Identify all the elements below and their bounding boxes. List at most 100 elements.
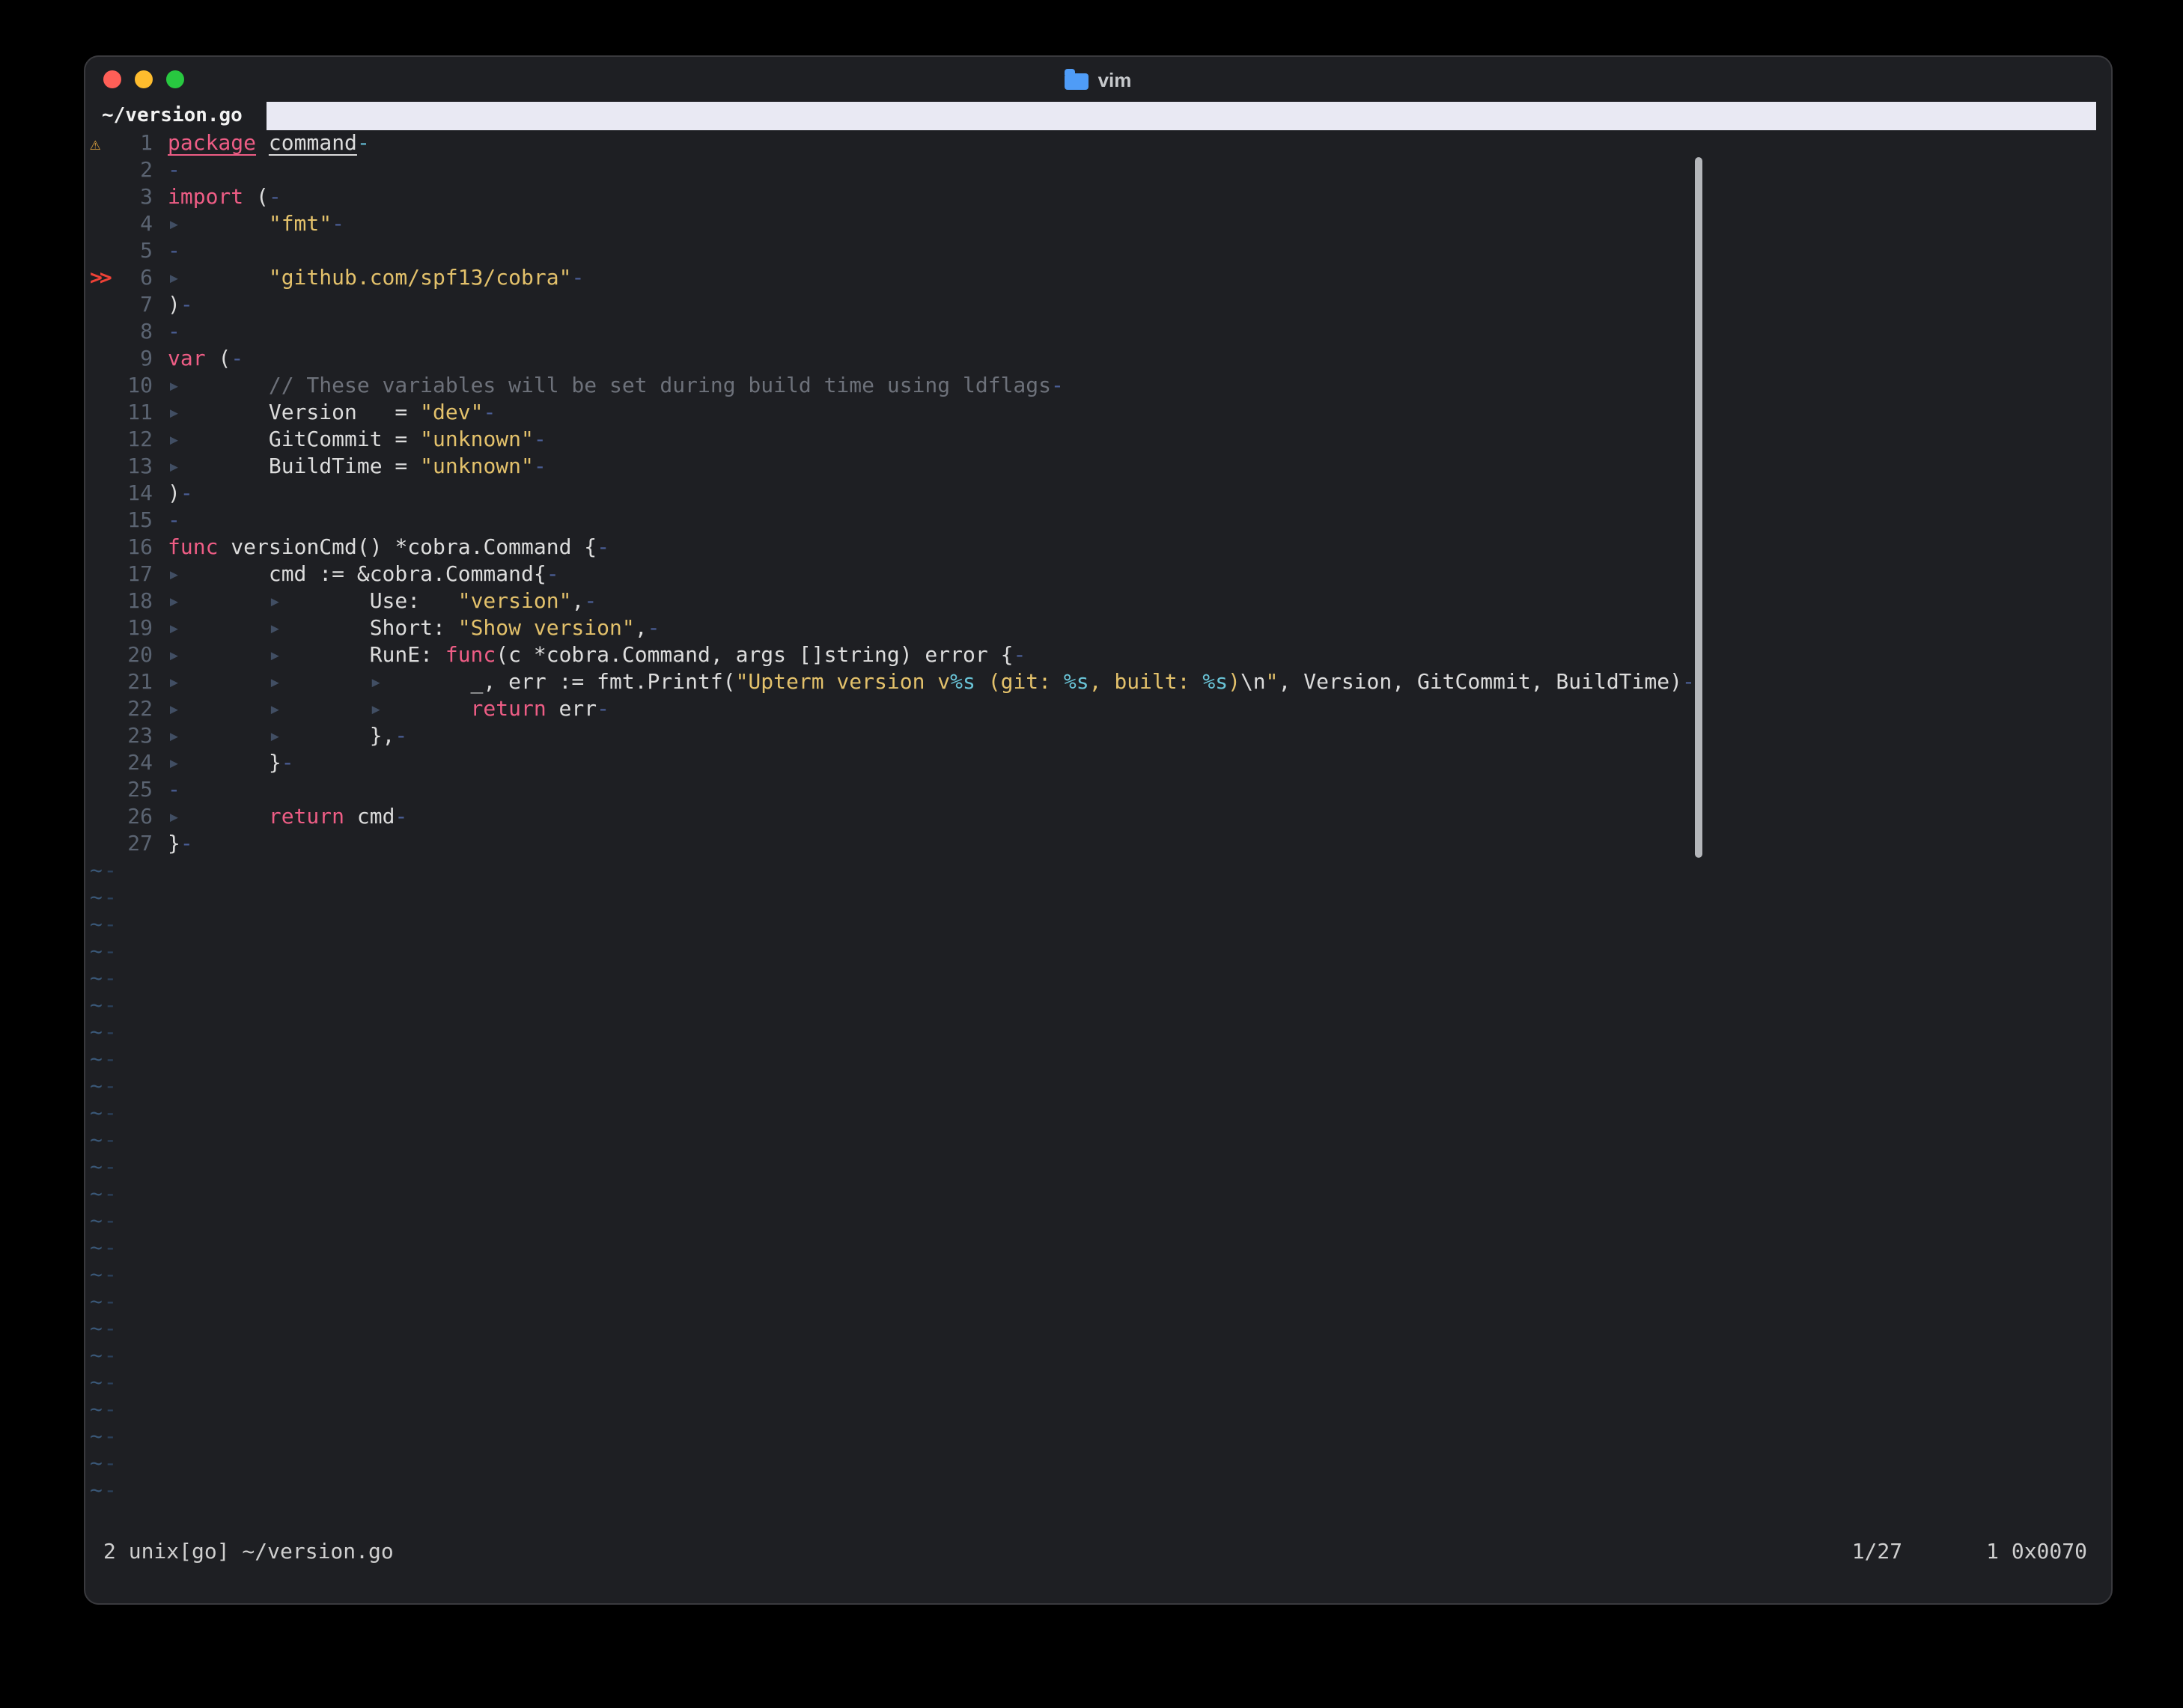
code-line-text: )- [168,292,193,319]
empty-buffer-tilde: ~- [85,966,2111,992]
empty-buffer-tilde: ~- [85,1262,2111,1289]
line-number: 14 [115,481,153,507]
sign-column [85,427,115,454]
code-line[interactable]: 8- [85,319,2111,346]
code-line[interactable]: 18▸▸Use: "version",- [85,588,2111,615]
code-line-text: ▸// These variables will be set during b… [168,373,1064,400]
code-line-text: ▸▸▸_, err := fmt.Printf("Upterm version … [168,669,1695,696]
sign-column [85,319,115,346]
close-button[interactable] [103,70,121,88]
empty-buffer-tilde: ~- [85,912,2111,939]
code-line[interactable]: 23▸▸},- [85,723,2111,750]
sign-column [85,454,115,481]
line-number: 5 [115,238,153,265]
code-line-text: )- [168,481,193,507]
empty-buffer-tilde: ~- [85,885,2111,912]
window-title: vim [1065,68,1132,91]
code-line-text: ▸BuildTime = "unknown"- [168,454,546,481]
code-line-text: - [168,319,180,346]
empty-buffer-tilde: ~- [85,1343,2111,1370]
code-line[interactable]: 3import (- [85,184,2111,211]
vim-tabline: ~/version.go [85,102,2111,130]
sign-column [85,561,115,588]
code-line[interactable]: 26▸return cmd- [85,804,2111,831]
line-number: 15 [115,507,153,534]
sign-column [85,184,115,211]
empty-buffer-tilde: ~- [85,1316,2111,1343]
code-line-text: var (- [168,346,243,373]
tab-version-go[interactable]: ~/version.go [85,102,267,130]
sign-column [85,481,115,507]
window-titlebar: vim [85,57,2111,102]
code-line-text: - [168,157,180,184]
line-number: 20 [115,642,153,669]
empty-buffer-tilde: ~- [85,1181,2111,1208]
sign-column [85,534,115,561]
code-line[interactable]: 19▸▸Short: "Show version",- [85,615,2111,642]
code-line-text: - [168,507,180,534]
code-line[interactable]: 11 ▸Version = "dev"- [85,400,2111,427]
sign-column [85,507,115,534]
sign-column [85,211,115,238]
zoom-button[interactable] [166,70,184,88]
code-line[interactable]: 5- [85,238,2111,265]
line-number: 7 [115,292,153,319]
empty-buffer-tilde: ~- [85,1019,2111,1046]
code-line[interactable]: 24 ▸}- [85,750,2111,777]
code-line-text: ▸}- [168,750,294,777]
sign-column [85,642,115,669]
line-number: 17 [115,561,153,588]
code-line[interactable]: 14 )- [85,481,2111,507]
code-line-text: ▸▸Short: "Show version",- [168,615,660,642]
code-line[interactable]: 22▸▸▸return err- [85,696,2111,723]
code-line[interactable]: 12▸GitCommit = "unknown"- [85,427,2111,454]
sign-column [85,346,115,373]
empty-buffer-tilde: ~- [85,1451,2111,1477]
tabline-fill [267,102,2096,130]
empty-buffer-tilde: ~- [85,1127,2111,1154]
minimize-button[interactable] [135,70,153,88]
code-line[interactable]: ⚠1 package command- [85,130,2111,157]
line-number: 8 [115,319,153,346]
folder-icon [1065,73,1089,89]
line-number: 21 [115,669,153,696]
line-number: 24 [115,750,153,777]
line-number: 11 [115,400,153,427]
code-line[interactable]: 17▸cmd := &cobra.Command{- [85,561,2111,588]
empty-buffer-tilde: ~- [85,1424,2111,1451]
empty-buffer-tilde: ~- [85,1289,2111,1316]
code-line[interactable]: 4 ▸"fmt"- [85,211,2111,238]
vertical-scrollbar[interactable] [1695,157,1702,858]
code-line[interactable]: 13 ▸BuildTime = "unknown"- [85,454,2111,481]
code-line-text: ▸▸},- [168,723,407,750]
warning-sign-icon: ⚠ [85,130,115,157]
code-line[interactable]: 27 }- [85,831,2111,858]
empty-buffer-tilde: ~- [85,992,2111,1019]
code-line-text: - [168,238,180,265]
code-line[interactable]: 25- [85,777,2111,804]
code-line[interactable]: 20▸▸RunE: func(c *cobra.Command, args []… [85,642,2111,669]
line-number: 4 [115,211,153,238]
code-line[interactable]: >>6▸"github.com/spf13/cobra"- [85,265,2111,292]
empty-buffer-tilde: ~- [85,1397,2111,1424]
sign-column [85,750,115,777]
line-number: 13 [115,454,153,481]
code-line[interactable]: 2- [85,157,2111,184]
sign-column [85,588,115,615]
code-line-text: ▸GitCommit = "unknown"- [168,427,546,454]
code-line-text: }- [168,831,193,858]
code-line[interactable]: 10 ▸// These variables will be set during… [85,373,2111,400]
code-line[interactable]: 15- [85,507,2111,534]
line-number: 1 [115,130,153,157]
code-area[interactable]: ⚠1package command-2-3import (-4▸"fmt"-5-… [85,130,2111,1501]
code-line-text: ▸Version = "dev"- [168,400,496,427]
terminal-window: vim ~/version.go ⚠1 package command-2-3im… [84,55,2113,1605]
line-number: 27 [115,831,153,858]
code-line[interactable]: 7 )- [85,292,2111,319]
code-line[interactable]: 16func versionCmd() *cobra.Command {- [85,534,2111,561]
line-number: 10 [115,373,153,400]
code-line[interactable]: 21 ▸▸▸_, err := fmt.Printf("Upterm versio… [85,669,2111,696]
code-line-text: package command- [168,130,370,157]
code-line[interactable]: 9var (- [85,346,2111,373]
code-line-text: ▸"fmt"- [168,211,344,238]
